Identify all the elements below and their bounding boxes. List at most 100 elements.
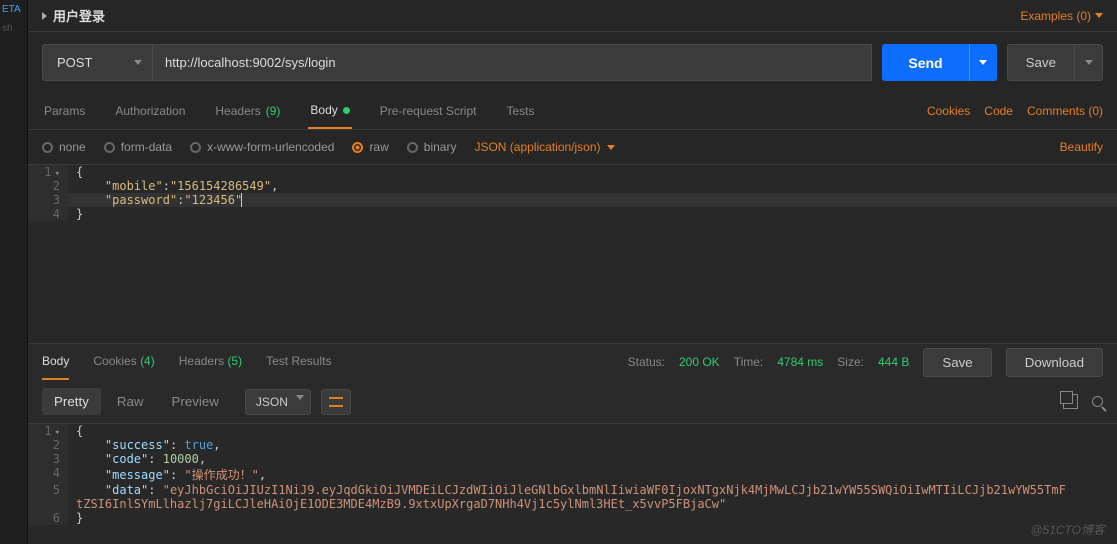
chevron-down-icon: [1085, 60, 1093, 65]
examples-dropdown[interactable]: Examples (0): [1020, 9, 1103, 23]
radio-label: binary: [424, 140, 457, 154]
send-button[interactable]: Send: [882, 44, 968, 81]
tab-label: Cookies: [93, 354, 136, 368]
code-text: }: [76, 207, 83, 221]
response-tabs-row: Body Cookies (4) Headers (5) Test Result…: [28, 343, 1117, 380]
tab-tests[interactable]: Tests: [504, 93, 536, 129]
resp-tab-headers[interactable]: Headers (5): [179, 344, 242, 380]
response-toolbar-right: [1063, 394, 1103, 409]
link-comments[interactable]: Comments (0): [1027, 104, 1103, 118]
radio-none[interactable]: none: [42, 140, 86, 154]
tab-headers[interactable]: Headers (9): [213, 93, 282, 129]
time-value: 4784 ms: [777, 355, 823, 369]
link-code[interactable]: Code: [984, 104, 1013, 118]
request-title: 用户登录: [53, 6, 105, 25]
download-button[interactable]: Download: [1006, 348, 1103, 377]
radio-binary[interactable]: binary: [407, 140, 457, 154]
code-key: "success": [105, 438, 170, 452]
code-text: }: [76, 511, 83, 525]
code-value: "123456": [184, 193, 242, 207]
headers-count: (9): [266, 104, 281, 118]
code-key: "mobile": [105, 179, 163, 193]
radio-raw[interactable]: raw: [352, 140, 388, 154]
body-type-row: none form-data x-www-form-urlencoded raw…: [28, 130, 1117, 165]
code-value: "eyJhbGciOiJIUzI1NiJ9.eyJqdGkiOiJVMDEiLC…: [76, 483, 1066, 511]
save-response-button[interactable]: Save: [923, 348, 991, 377]
examples-label: Examples (0): [1020, 9, 1091, 23]
radio-icon: [407, 142, 418, 153]
left-rail-item: sh: [0, 19, 27, 38]
method-value: POST: [57, 55, 92, 70]
response-toolbar: Pretty Raw Preview JSON: [28, 380, 1117, 424]
content-type-label: JSON (application/json): [474, 140, 600, 154]
request-tabs: Params Authorization Headers (9) Body Pr…: [42, 93, 537, 129]
radio-label: none: [59, 140, 86, 154]
code-value: "操作成功！": [184, 468, 258, 482]
radio-urlencoded[interactable]: x-www-form-urlencoded: [190, 140, 334, 154]
response-status-group: Status: 200 OK Time: 4784 ms Size: 444 B…: [628, 348, 1103, 377]
wrap-icon: [329, 397, 343, 407]
code-key: "code": [105, 452, 148, 466]
response-body-editor[interactable]: 1▾{ 2 "success": true, 3 "code": 10000, …: [28, 424, 1117, 544]
code-value: 10000: [163, 452, 199, 466]
tab-authorization[interactable]: Authorization: [113, 93, 187, 129]
left-rail-item: ETA: [0, 0, 27, 19]
response-lang-select[interactable]: JSON: [245, 389, 311, 415]
headers-count: (5): [227, 354, 242, 368]
resp-tab-body[interactable]: Body: [42, 344, 69, 380]
view-raw[interactable]: Raw: [105, 388, 156, 415]
save-button[interactable]: Save: [1007, 44, 1075, 81]
code-value: true: [184, 438, 213, 452]
chevron-down-icon: [296, 395, 304, 400]
radio-icon: [352, 142, 363, 153]
code-key: "password": [105, 193, 177, 207]
view-preview[interactable]: Preview: [159, 388, 230, 415]
watermark: @51CTO博客: [1030, 521, 1105, 538]
tab-body[interactable]: Body: [308, 93, 351, 129]
url-input[interactable]: [152, 44, 872, 81]
method-select[interactable]: POST: [42, 44, 152, 81]
tab-params[interactable]: Params: [42, 93, 87, 129]
save-dropdown[interactable]: [1075, 44, 1103, 81]
content-type-select[interactable]: JSON (application/json): [474, 140, 614, 154]
size-value: 444 B: [878, 355, 909, 369]
collapse-icon[interactable]: [42, 12, 47, 20]
tab-label: Body: [310, 103, 337, 117]
code-text: {: [76, 424, 83, 438]
chevron-down-icon: [979, 60, 987, 65]
body-type-radios: none form-data x-www-form-urlencoded raw…: [42, 140, 615, 154]
response-tabs: Body Cookies (4) Headers (5) Test Result…: [42, 344, 331, 380]
time-label: Time:: [734, 355, 764, 369]
modified-dot-icon: [343, 107, 350, 114]
url-row: POST Send Save: [28, 32, 1117, 93]
code-key: "data": [105, 483, 148, 497]
chevron-down-icon: [1095, 13, 1103, 18]
request-header: 用户登录 Examples (0): [28, 0, 1117, 32]
size-label: Size:: [837, 355, 864, 369]
beautify-button[interactable]: Beautify: [1060, 140, 1103, 154]
wrap-lines-button[interactable]: [321, 389, 351, 415]
cookies-count: (4): [140, 354, 155, 368]
radio-label: form-data: [121, 140, 172, 154]
resp-tab-tests[interactable]: Test Results: [266, 344, 331, 380]
request-tabs-row: Params Authorization Headers (9) Body Pr…: [28, 93, 1117, 130]
radio-formdata[interactable]: form-data: [104, 140, 172, 154]
request-body-editor[interactable]: 1▾{ 2 "mobile":"156154286549", 3 "passwo…: [28, 165, 1117, 343]
lang-label: JSON: [256, 395, 288, 409]
search-icon[interactable]: [1092, 396, 1103, 407]
view-pretty[interactable]: Pretty: [42, 388, 101, 415]
request-title-group: 用户登录: [42, 6, 105, 25]
radio-label: x-www-form-urlencoded: [207, 140, 334, 154]
status-label: Status:: [628, 355, 665, 369]
radio-icon: [42, 142, 53, 153]
code-text: {: [76, 165, 83, 179]
left-rail: ETA sh: [0, 0, 28, 544]
code-value: "156154286549": [170, 179, 271, 193]
send-dropdown[interactable]: [969, 44, 997, 81]
tab-prerequest[interactable]: Pre-request Script: [378, 93, 479, 129]
resp-tab-cookies[interactable]: Cookies (4): [93, 344, 154, 380]
copy-icon[interactable]: [1063, 394, 1078, 409]
radio-icon: [190, 142, 201, 153]
link-cookies[interactable]: Cookies: [927, 104, 970, 118]
tab-label: Headers: [179, 354, 224, 368]
